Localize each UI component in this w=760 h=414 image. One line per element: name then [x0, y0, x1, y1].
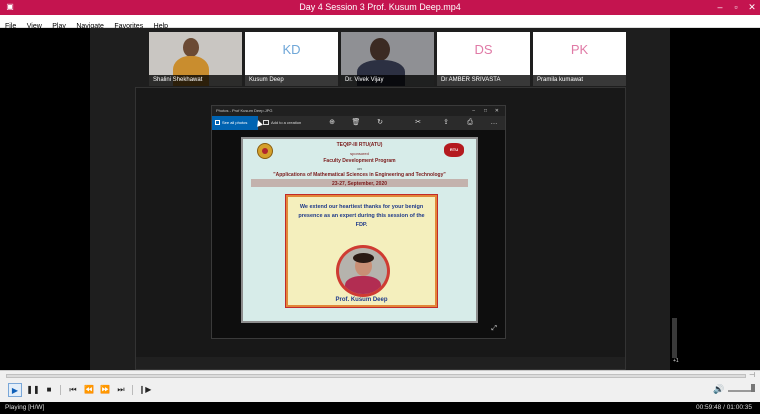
- minimize-icon[interactable]: –: [712, 0, 728, 15]
- participant-name: Dr AMBER SRIVASTA: [437, 75, 530, 86]
- close-icon[interactable]: ✕: [495, 106, 499, 116]
- add-to-creation-label: Add to a creation: [271, 120, 302, 125]
- rotate-icon[interactable]: ↻: [375, 118, 385, 128]
- status-bar: Playing [H/W] 00:59:48 / 01:00:35: [0, 402, 760, 414]
- participant-initials: KD: [282, 42, 301, 57]
- video-area[interactable]: Shalini Shekhawat KD Kusum Deep Dr. Vive…: [0, 28, 760, 370]
- slide-sponsored: sponsored: [350, 151, 369, 156]
- print-icon[interactable]: ⎙: [465, 118, 475, 128]
- edit-icon[interactable]: ✂: [413, 118, 423, 128]
- thanks-message: We extend our heartiest thanks for your …: [298, 204, 425, 228]
- participant-name: Dr. Vivek Vijay: [341, 75, 434, 86]
- previous-button[interactable]: ⏮: [66, 383, 80, 397]
- slide-topic: "Applications of Mathematical Sciences i…: [273, 172, 446, 178]
- playback-time: 00:59:48 / 01:00:35: [695, 404, 752, 411]
- slide-dates: 23-27, September, 2020: [331, 181, 388, 187]
- more-participants-count[interactable]: +1: [673, 358, 679, 364]
- stop-button[interactable]: ■: [42, 383, 56, 397]
- photos-title-bar: Photos - Prof Kusum Deep.JPG – □ ✕: [212, 106, 505, 116]
- participant-tile: PK Pramila kumawat: [533, 32, 626, 86]
- thanks-card: We extend our heartiest thanks for your …: [285, 194, 438, 308]
- share-icon[interactable]: ⇪: [441, 118, 451, 128]
- separator: [60, 385, 61, 395]
- slide-program: Faculty Development Program: [323, 158, 396, 164]
- volume-slider[interactable]: [728, 384, 755, 392]
- next-button[interactable]: ⏭: [114, 383, 128, 397]
- participant-name: Pramila kumawat: [533, 75, 626, 86]
- speaker-caption: Prof. Kusum Deep: [335, 297, 388, 303]
- shared-screen: Photos - Prof Kusum Deep.JPG – □ ✕ See a…: [135, 87, 626, 370]
- playback-state: Playing [H/W]: [5, 404, 45, 411]
- seek-handle-icon[interactable]: ⊣: [749, 372, 757, 380]
- zoom-icon[interactable]: ⊕: [327, 118, 337, 128]
- creation-icon: [263, 120, 269, 125]
- maximize-icon[interactable]: □: [484, 106, 487, 116]
- volume-icon[interactable]: 🔊: [713, 384, 724, 395]
- participant-tile: DS Dr AMBER SRIVASTA: [437, 32, 530, 86]
- speaker-portrait: [336, 245, 390, 297]
- frame-step-button[interactable]: ❙▶: [138, 383, 152, 397]
- pause-button[interactable]: ❚❚: [26, 383, 40, 397]
- slide-header: TEQIP-III RTU(ATU) sponsored Faculty Dev…: [243, 139, 476, 190]
- participant-tile: KD Kusum Deep: [245, 32, 338, 86]
- photos-window: Photos - Prof Kusum Deep.JPG – □ ✕ See a…: [211, 105, 506, 339]
- participant-name: Shalini Shekhawat: [149, 75, 242, 86]
- participant-tile: Dr. Vivek Vijay: [341, 32, 434, 86]
- slide-on: on: [357, 166, 362, 171]
- close-icon[interactable]: ✕: [744, 0, 760, 15]
- delete-icon[interactable]: 🗑: [351, 118, 361, 128]
- minimize-icon[interactable]: –: [472, 106, 475, 116]
- title-bar: ▣ Day 4 Session 3 Prof. Kusum Deep.mp4 –…: [0, 0, 760, 15]
- participant-tile: Shalini Shekhawat: [149, 32, 242, 86]
- maximize-icon[interactable]: ▫: [728, 0, 744, 15]
- more-icon[interactable]: …: [489, 118, 499, 128]
- shared-bottom-strip: [136, 357, 625, 369]
- see-all-label: See all photos: [222, 120, 248, 125]
- fast-forward-button[interactable]: ⏩: [98, 383, 112, 397]
- meeting-view: Shalini Shekhawat KD Kusum Deep Dr. Vive…: [90, 28, 679, 370]
- play-button[interactable]: ▶: [8, 383, 22, 397]
- expand-icon[interactable]: ⤢: [491, 325, 497, 333]
- meeting-scrollbar[interactable]: [672, 318, 677, 358]
- window-title: Day 4 Session 3 Prof. Kusum Deep.mp4: [299, 2, 461, 12]
- separator: [132, 385, 133, 395]
- slide-image: RTU TEQIP-III RTU(ATU) sponsored Faculty…: [241, 137, 478, 323]
- menu-bar: File View Play Navigate Favorites Help: [0, 15, 760, 30]
- photos-title: Photos - Prof Kusum Deep.JPG: [216, 108, 273, 113]
- see-all-photos-button[interactable]: See all photos: [212, 116, 258, 130]
- rewind-button[interactable]: ⏪: [82, 383, 96, 397]
- playback-controls: ⊣ ▶ ❚❚ ■ ⏮ ⏪ ⏩ ⏭ ❙▶ 🔊: [0, 370, 760, 402]
- slide-org: TEQIP-III RTU(ATU): [336, 142, 383, 148]
- participant-initials: PK: [570, 42, 589, 57]
- participant-initials: DS: [474, 42, 493, 57]
- photos-icon: [215, 120, 220, 125]
- add-to-creation-button[interactable]: Add to a creation: [262, 116, 301, 130]
- participant-name: Kusum Deep: [245, 75, 338, 86]
- seek-bar[interactable]: [6, 374, 746, 378]
